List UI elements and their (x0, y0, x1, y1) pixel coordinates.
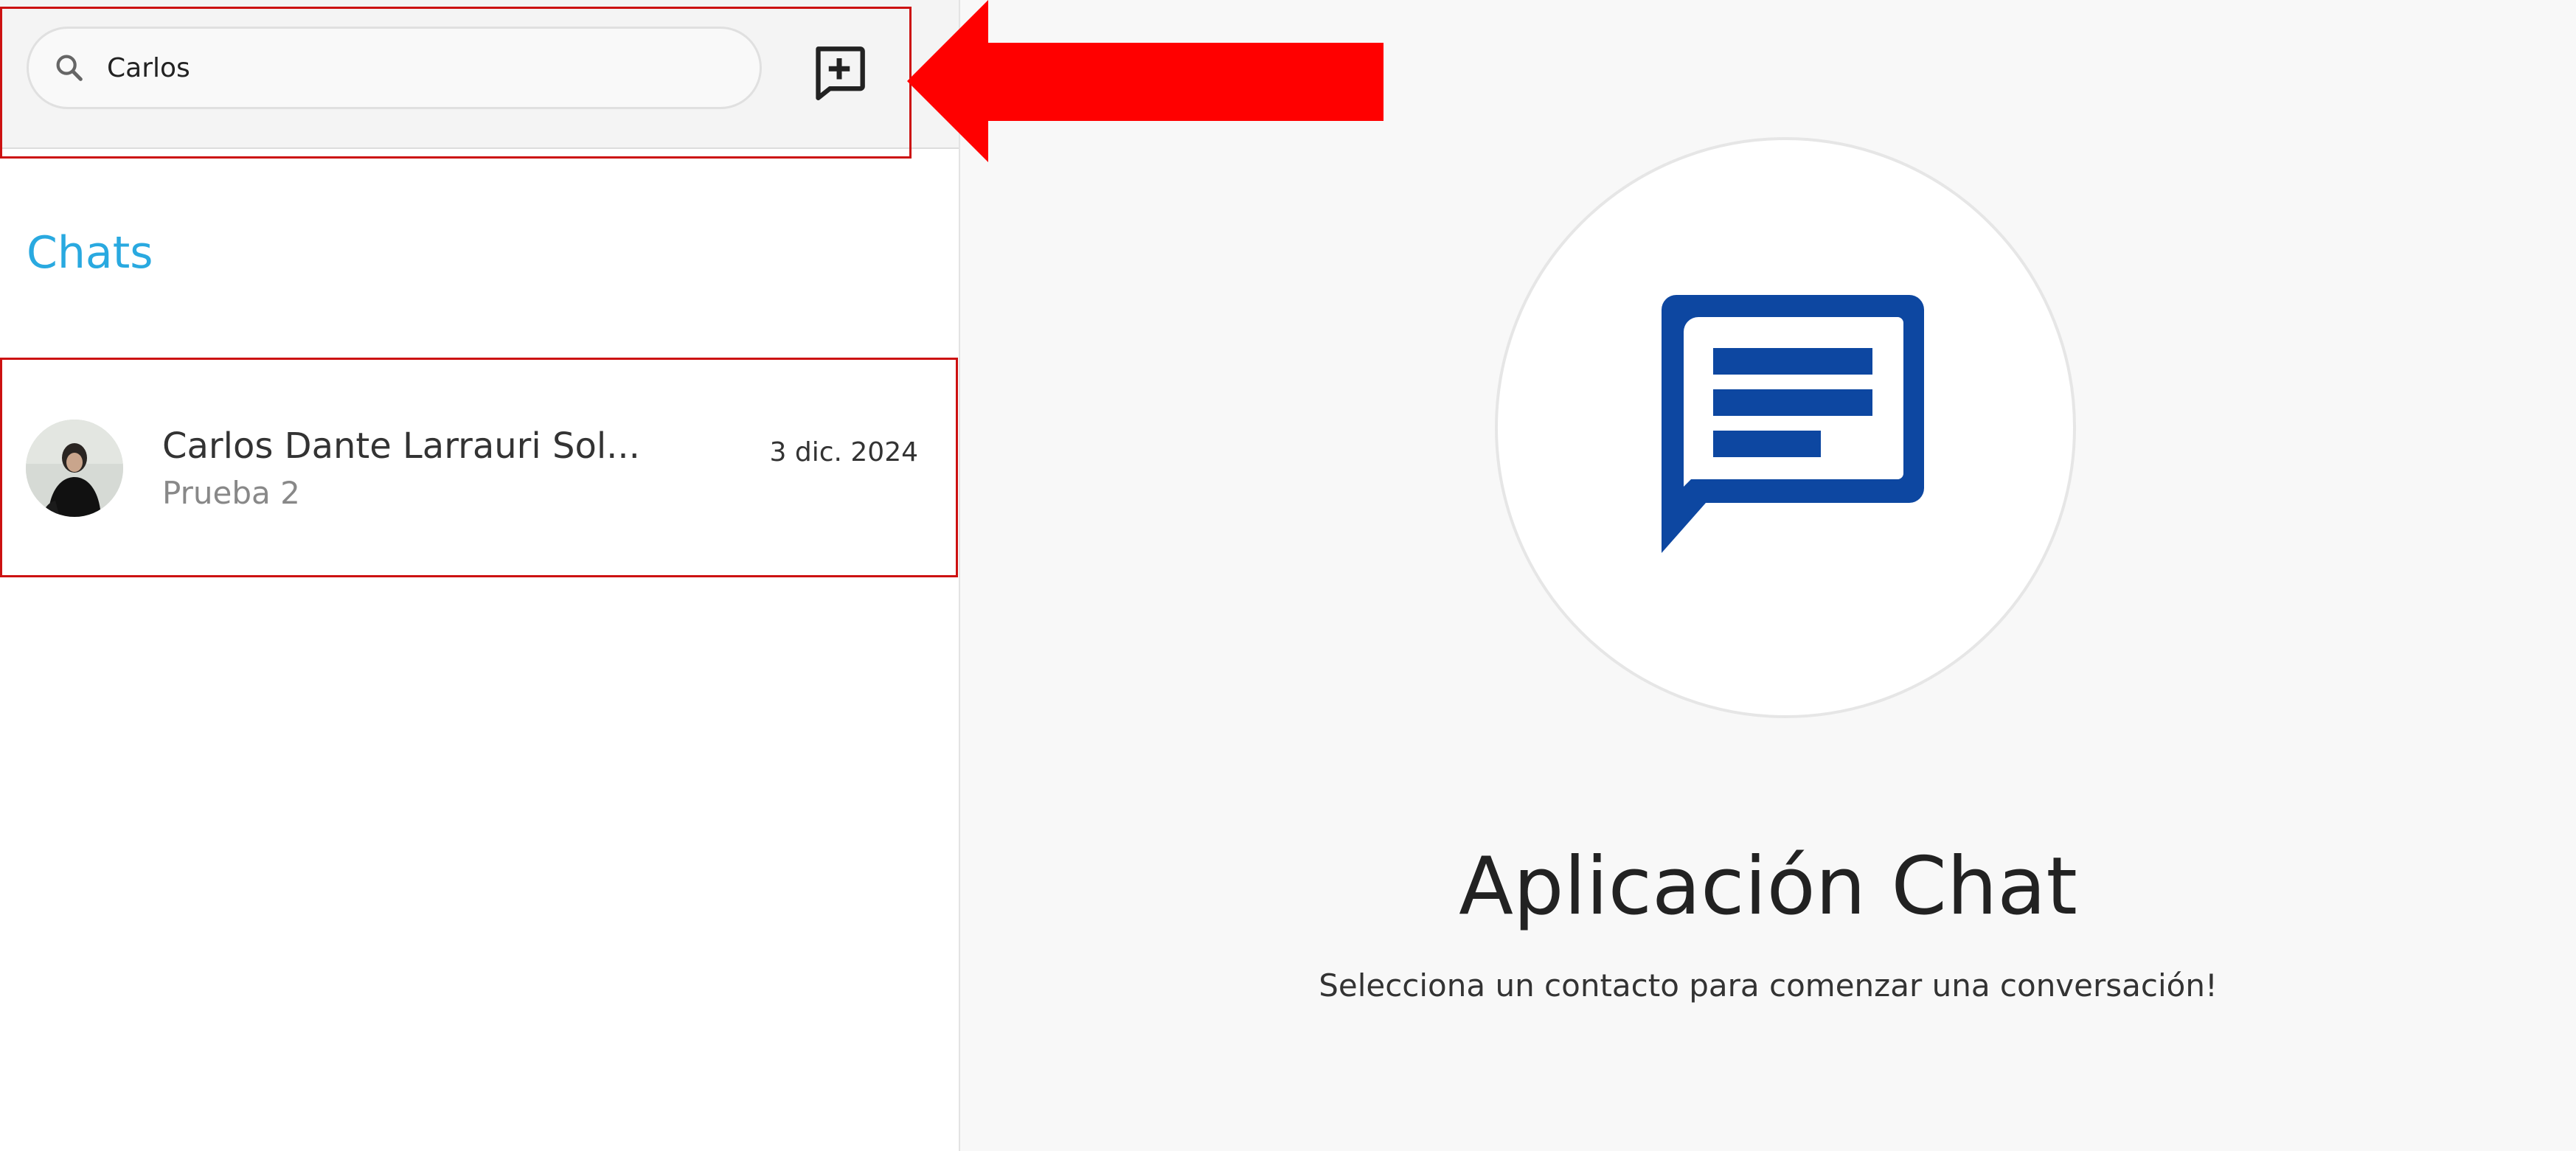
app-root: Chats Carlos Dante Larrauri Sol... Prueb… (0, 0, 2576, 1151)
chat-date: 3 dic. 2024 (769, 437, 919, 467)
main-panel: Aplicación Chat Selecciona un contacto p… (960, 0, 2576, 1151)
new-chat-button[interactable] (811, 44, 867, 100)
search-bar (0, 0, 959, 149)
chats-heading: Chats (27, 227, 153, 279)
search-input[interactable] (107, 39, 726, 97)
sidebar: Chats Carlos Dante Larrauri Sol... Prueb… (0, 0, 960, 1151)
app-subtitle: Selecciona un contacto para comenzar una… (1319, 967, 2218, 1004)
avatar-image (26, 420, 123, 517)
avatar (26, 420, 123, 517)
app-title: Aplicación Chat (1459, 841, 2077, 933)
chat-bubble-icon (1662, 295, 1924, 553)
last-message-preview: Prueba 2 (162, 475, 300, 511)
illustration-circle (1495, 137, 2076, 718)
annotation-arrow (907, 0, 1384, 162)
search-box[interactable] (27, 27, 762, 109)
chat-list-item[interactable]: Carlos Dante Larrauri Sol... Prueba 2 3 … (0, 359, 957, 576)
search-icon (56, 55, 83, 81)
contact-name: Carlos Dante Larrauri Sol... (162, 425, 640, 467)
